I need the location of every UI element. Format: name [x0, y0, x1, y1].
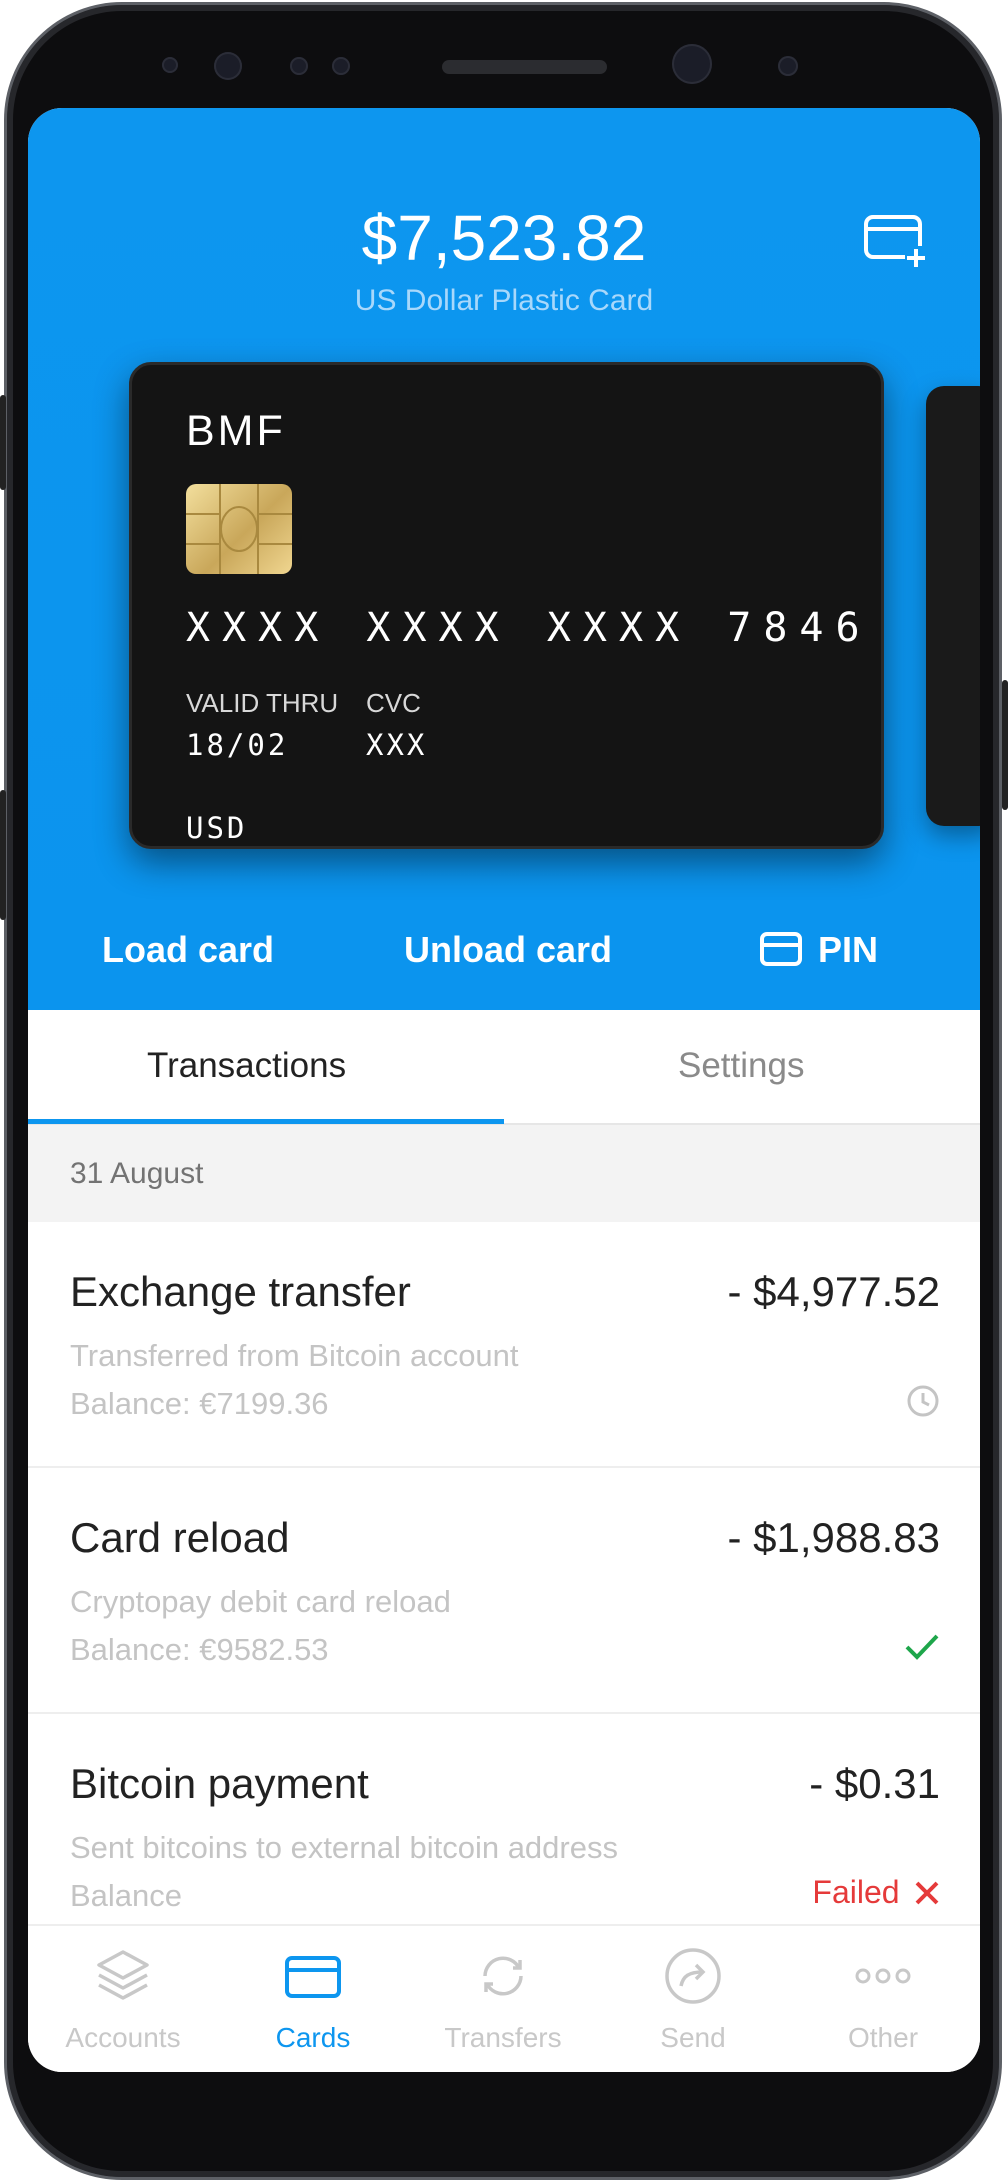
nav-other[interactable]: Other	[788, 1926, 978, 2072]
add-card-icon[interactable]	[863, 212, 927, 272]
refresh-icon	[483, 1956, 523, 1996]
nav-cards[interactable]: Cards	[218, 1926, 408, 2072]
transaction-title: Card reload	[70, 1514, 290, 1561]
tab-transactions[interactable]: Transactions	[147, 1046, 346, 1086]
sensor-dot	[332, 57, 350, 75]
app-screen: $7,523.82 US Dollar Plastic Card BMF XXX…	[28, 108, 980, 2072]
tab-bar: Transactions Settings	[28, 1010, 980, 1125]
check-icon	[905, 1634, 939, 1660]
nav-label-transfers: Transfers	[444, 2022, 562, 2053]
bank-card[interactable]: BMF XXXX XXXX XXXX 7846 VALID THRU CVC 1…	[129, 362, 884, 849]
transaction-row[interactable]: Card reload - $1,988.83 Cryptopay debit …	[28, 1468, 980, 1714]
valid-thru-value: 18/02	[186, 728, 289, 762]
card-brand: BMF	[186, 407, 286, 455]
failed-status-label: Failed	[812, 1874, 900, 1910]
transaction-amount: - $0.31	[809, 1760, 940, 1807]
nav-label-other: Other	[847, 2022, 919, 2053]
date-header: 31 August	[28, 1125, 980, 1222]
more-icon	[855, 1968, 911, 1984]
nav-label-send: Send	[660, 2022, 726, 2053]
card-currency: USD	[186, 811, 248, 845]
transaction-balance: Balance: €9582.53	[70, 1632, 329, 1667]
date-label: 31 August	[70, 1157, 204, 1190]
card-header: $7,523.82 US Dollar Plastic Card BMF XXX…	[28, 108, 980, 1010]
bottom-navigation: Accounts Cards Transfers Send Other	[28, 1924, 980, 2072]
transaction-description: Sent bitcoins to external bitcoin addres…	[70, 1830, 618, 1865]
transaction-amount: - $1,988.83	[727, 1514, 940, 1561]
nav-label-accounts: Accounts	[65, 2022, 181, 2053]
sensor-dot	[290, 57, 308, 75]
tab-settings[interactable]: Settings	[678, 1046, 804, 1086]
transaction-balance: Balance	[70, 1878, 183, 1913]
side-button-left-1	[0, 395, 6, 490]
transaction-row[interactable]: Bitcoin payment - $0.31 Sent bitcoins to…	[28, 1714, 980, 1924]
nav-label-cards: Cards	[275, 2022, 351, 2053]
valid-thru-label: VALID THRU	[186, 688, 339, 718]
active-tab-indicator	[28, 1119, 504, 1124]
nav-accounts[interactable]: Accounts	[28, 1926, 218, 2072]
earpiece-speaker	[442, 60, 607, 74]
pin-button[interactable]: PIN	[760, 929, 878, 971]
side-button-right	[1002, 680, 1008, 810]
card-icon	[760, 932, 802, 966]
layers-icon	[97, 1950, 149, 2000]
clock-icon	[907, 1385, 939, 1417]
pin-label: PIN	[818, 929, 879, 970]
front-camera	[214, 52, 242, 80]
transaction-title: Exchange transfer	[70, 1268, 411, 1315]
transaction-description: Cryptopay debit card reload	[70, 1584, 451, 1619]
sensor-dot	[778, 56, 798, 76]
cvc-value: XXX	[366, 728, 428, 762]
side-button-left-2	[0, 790, 6, 920]
transaction-balance: Balance: €7199.36	[70, 1386, 329, 1421]
iris-scanner	[672, 44, 712, 84]
nav-send[interactable]: Send	[598, 1926, 788, 2072]
unload-card-button[interactable]: Unload card	[404, 929, 612, 971]
card-number: XXXX XXXX XXXX 7846	[186, 605, 872, 651]
send-icon	[665, 1948, 721, 2004]
card-name: US Dollar Plastic Card	[354, 284, 654, 317]
cvc-label: CVC	[366, 688, 421, 718]
nav-transfers[interactable]: Transfers	[408, 1926, 598, 2072]
close-icon	[915, 1881, 939, 1905]
card-balance: $7,523.82	[361, 202, 647, 274]
card-icon	[285, 1956, 341, 1998]
sensor-dot	[162, 57, 178, 73]
failed-status: Failed	[812, 1874, 940, 1911]
load-card-button[interactable]: Load card	[102, 929, 274, 971]
next-card[interactable]	[926, 386, 980, 826]
transaction-description: Transferred from Bitcoin account	[70, 1338, 519, 1373]
transaction-amount: - $4,977.52	[727, 1268, 940, 1315]
transaction-row[interactable]: Exchange transfer - $4,977.52 Transferre…	[28, 1222, 980, 1468]
chip-icon	[186, 484, 292, 574]
transaction-title: Bitcoin payment	[70, 1760, 369, 1807]
